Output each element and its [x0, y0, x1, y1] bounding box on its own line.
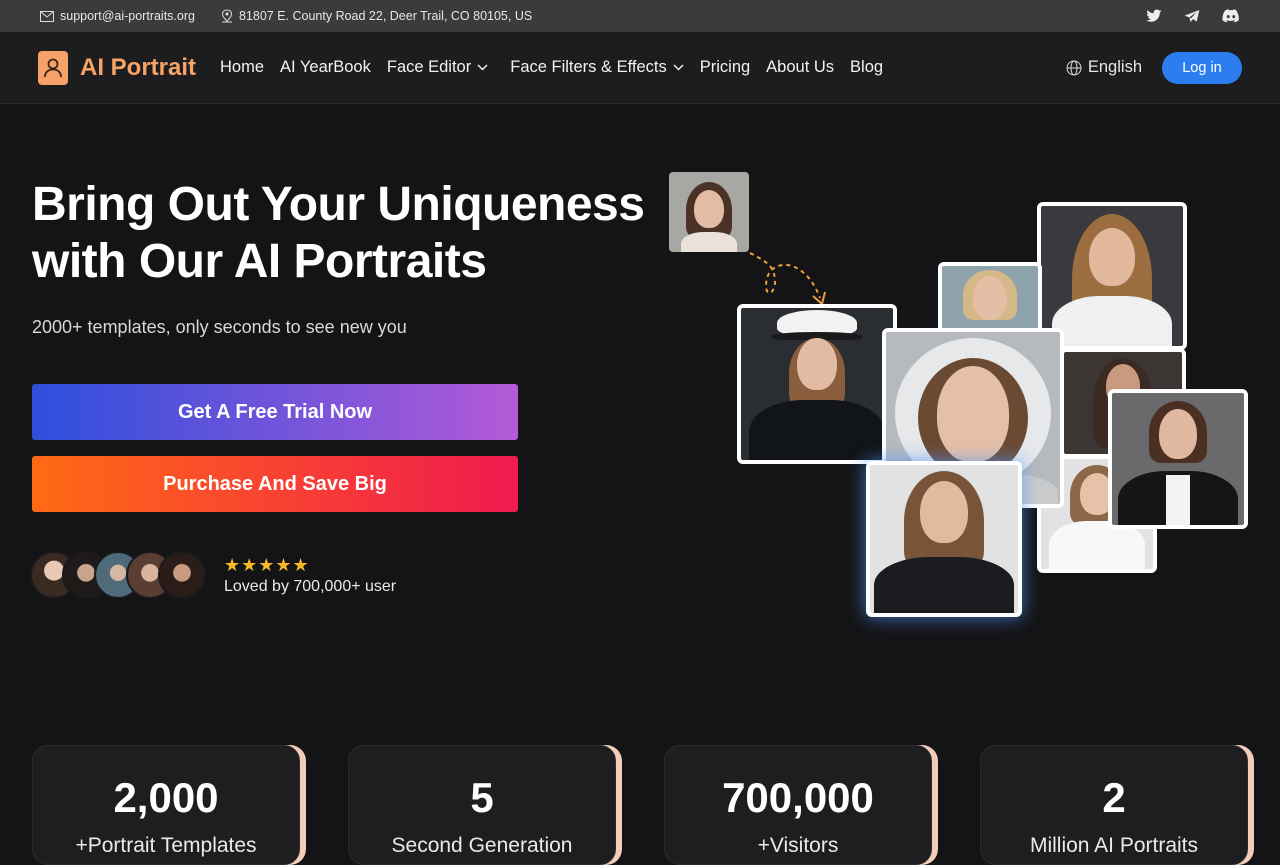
nav-label: Face Filters & Effects	[510, 58, 667, 76]
discord-icon[interactable]	[1222, 9, 1240, 23]
nav-label: Blog	[850, 58, 884, 76]
loved-by-text: Loved by 700,000+ user	[224, 578, 397, 595]
brand-logo[interactable]: AI Portrait	[38, 50, 197, 85]
address-contact: 81807 E. County Road 22, Deer Trail, CO …	[221, 9, 532, 23]
nav-menu: Home AI YearBook Face Editor Face Filter…	[220, 58, 883, 77]
nav-item-pricing[interactable]: Pricing	[700, 58, 750, 77]
nav-item-face-editor[interactable]: Face Editor	[387, 58, 488, 77]
nav-item-blog[interactable]: Blog	[850, 58, 883, 77]
user-rating: ★★★★★ Loved by 700,000+ user	[224, 556, 396, 596]
location-pin-icon	[221, 9, 232, 23]
dashed-arrow-icon	[749, 252, 826, 306]
nav-label: Face Editor	[386, 58, 472, 76]
hero-title-line2: with Our AI Portraits	[32, 235, 487, 288]
stat-value: 2	[1102, 774, 1126, 821]
nav-label: AI YearBook	[280, 58, 371, 76]
portrait-business	[1108, 389, 1248, 529]
hero-title-line1: Bring Out Your Uniqueness	[32, 178, 645, 231]
stat-label: Second Generation	[391, 834, 573, 857]
nav-right: English Log in	[1066, 51, 1242, 84]
stat-value: 5	[470, 774, 494, 821]
top-info-bar: support@ai-portraits.org 81807 E. County…	[0, 0, 1280, 32]
stat-label: +Portrait Templates	[75, 834, 257, 857]
address-text: 81807 E. County Road 22, Deer Trail, CO …	[238, 9, 533, 23]
chevron-down-icon	[477, 64, 488, 71]
stat-card-templates: 2,000 +Portrait Templates	[32, 745, 300, 865]
brand-name: AI Portrait	[80, 53, 197, 81]
mail-icon	[40, 10, 54, 22]
stat-label: +Visitors	[757, 834, 839, 857]
user-portrait-icon	[38, 50, 68, 85]
nav-label: About Us	[766, 58, 835, 76]
nav-label: Home	[220, 58, 265, 76]
avatar	[158, 551, 206, 599]
email-text: support@ai-portraits.org	[60, 9, 195, 23]
language-selector[interactable]: English	[1066, 58, 1142, 77]
star-rating: ★★★★★	[224, 555, 310, 575]
user-avatar-group	[30, 551, 206, 599]
portrait-pilot	[866, 461, 1022, 617]
portrait-outdoor	[938, 262, 1042, 334]
twitter-icon[interactable]	[1146, 9, 1162, 23]
stat-label: Million AI Portraits	[1029, 834, 1199, 857]
email-contact[interactable]: support@ai-portraits.org	[40, 9, 195, 23]
stat-card-generation: 5 Second Generation	[348, 745, 616, 865]
social-links	[1146, 9, 1240, 23]
stat-card-portraits: 2 Million AI Portraits	[980, 745, 1248, 865]
language-label: English	[1087, 58, 1142, 76]
stat-value: 700,000	[722, 774, 874, 821]
chevron-down-icon	[673, 64, 684, 71]
free-trial-button[interactable]: Get A Free Trial Now	[32, 384, 518, 440]
nav-item-ai-yearbook[interactable]: AI YearBook	[280, 58, 371, 77]
telegram-icon[interactable]	[1184, 9, 1200, 23]
nav-item-home[interactable]: Home	[220, 58, 264, 77]
hero-title: Bring Out Your Uniqueness with Our AI Po…	[32, 176, 645, 290]
stat-card-visitors: 700,000 +Visitors	[664, 745, 932, 865]
nav-item-about-us[interactable]: About Us	[766, 58, 834, 77]
hero-subtitle: 2000+ templates, only seconds to see new…	[32, 317, 407, 337]
nav-item-face-filters[interactable]: Face Filters & Effects	[510, 58, 684, 77]
nav-label: Pricing	[699, 58, 751, 76]
login-button[interactable]: Log in	[1162, 51, 1242, 84]
stat-value: 2,000	[113, 774, 219, 821]
main-navigation: AI Portrait Home AI YearBook Face Editor…	[0, 32, 1280, 104]
source-portrait	[669, 172, 749, 252]
globe-icon	[1066, 60, 1082, 75]
purchase-button[interactable]: Purchase And Save Big	[32, 456, 518, 512]
portrait-navy-officer	[737, 304, 897, 464]
